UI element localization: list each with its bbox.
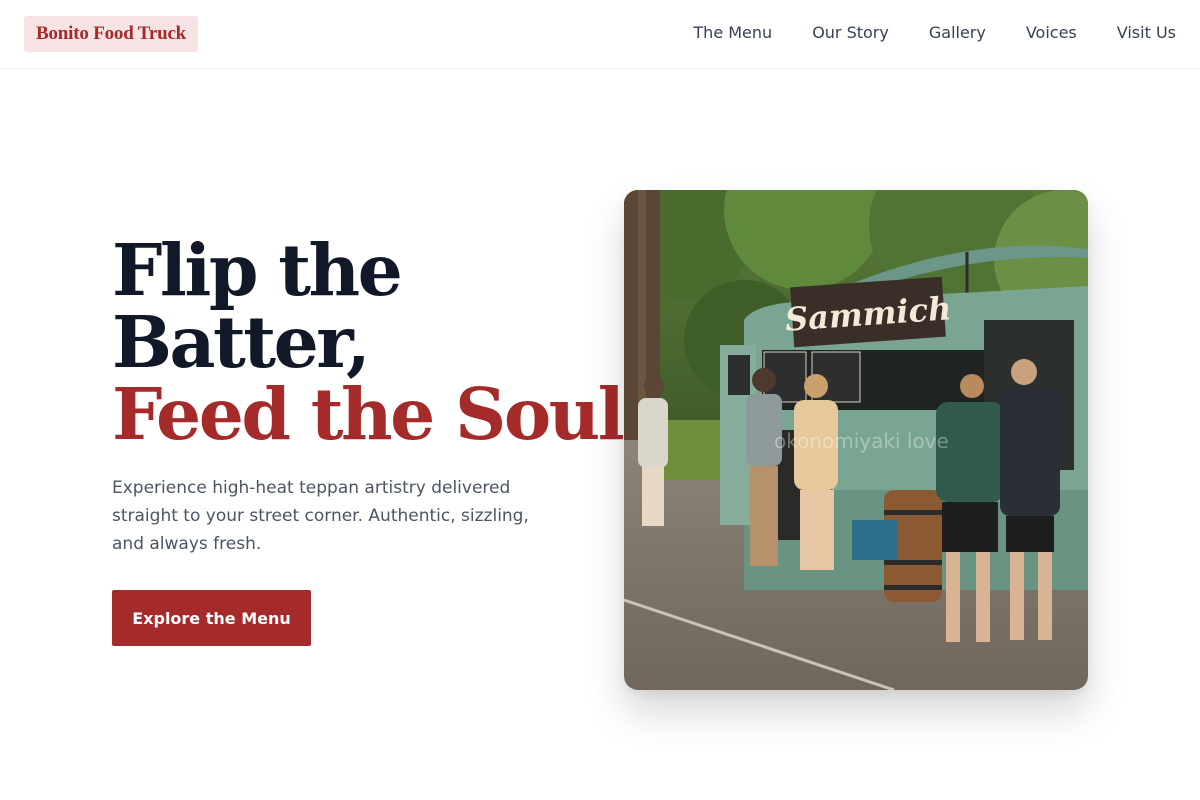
hero-heading-line-2: Batter, bbox=[112, 300, 371, 384]
brand-logo[interactable]: Bonito Food Truck bbox=[24, 16, 199, 52]
nav-link-gallery[interactable]: Gallery bbox=[929, 22, 986, 44]
main-nav: The Menu Our Story Gallery Voices Visit … bbox=[693, 22, 1176, 44]
hero-photo-food-truck: Sammich okonomiyaki love bbox=[624, 190, 1088, 690]
hero-subtitle: Experience high-heat teppan artistry del… bbox=[112, 478, 529, 554]
food-truck-illustration: Sammich okonomiyaki love bbox=[624, 190, 1088, 690]
nav-link-voices[interactable]: Voices bbox=[1026, 22, 1077, 44]
nav-link-menu[interactable]: The Menu bbox=[693, 22, 772, 44]
explore-menu-button[interactable]: Explore the Menu bbox=[112, 590, 311, 646]
hero-heading: Flip the Batter, Feed the Soul. bbox=[112, 228, 647, 456]
hero-heading-line-1: Flip the bbox=[112, 228, 403, 312]
hero-heading-accent-line: Feed the Soul. bbox=[112, 372, 647, 456]
photo-watermark: okonomiyaki love bbox=[774, 429, 949, 453]
site-header: Bonito Food Truck The Menu Our Story Gal… bbox=[0, 0, 1200, 69]
nav-link-visit-us[interactable]: Visit Us bbox=[1117, 22, 1176, 44]
nav-link-our-story[interactable]: Our Story bbox=[812, 22, 889, 44]
